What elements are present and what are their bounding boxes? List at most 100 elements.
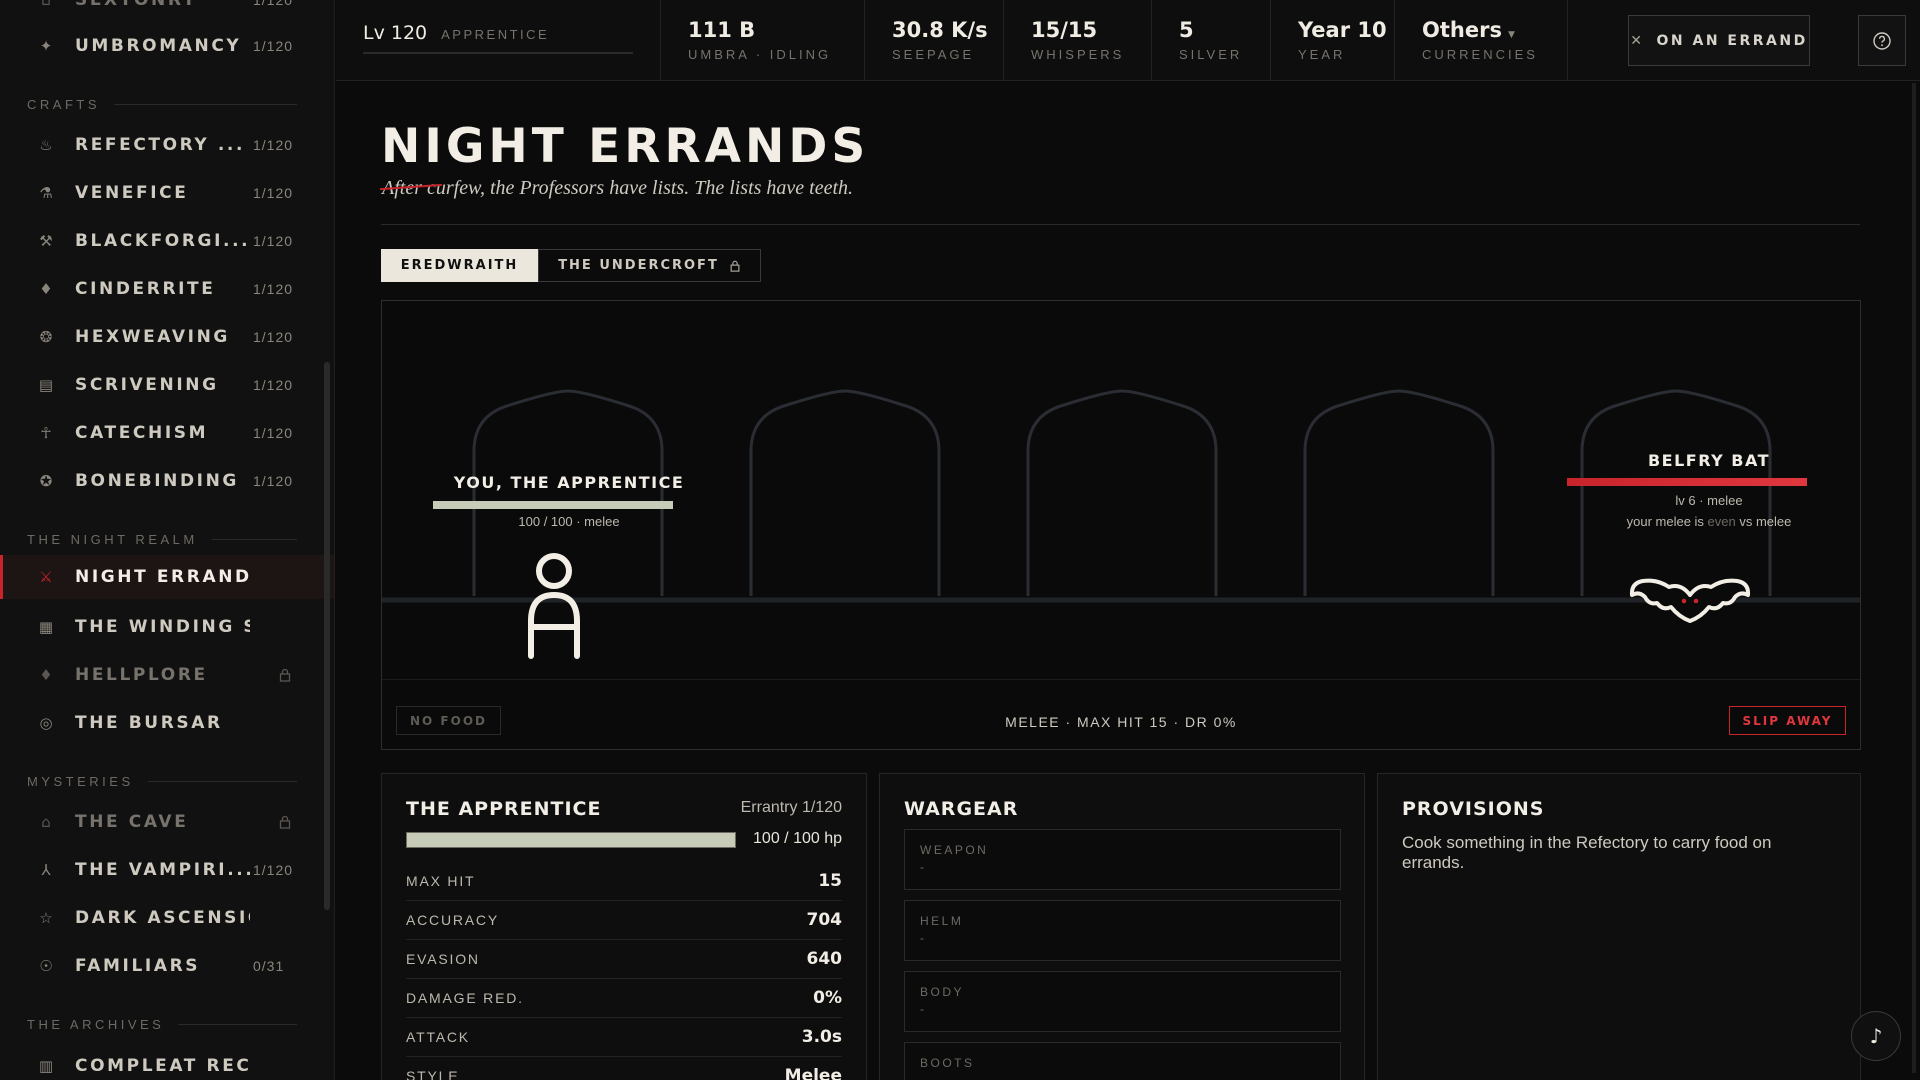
flame-icon: ♦ — [39, 666, 53, 684]
sidebar-item-count: 1/120 — [253, 137, 294, 153]
sextonry-icon: ⌂ — [41, 0, 51, 9]
scroll-icon: ▤ — [38, 376, 54, 394]
player-hp-bar — [433, 501, 673, 509]
sidebar-item-venefice[interactable]: ⚗ VENEFICE 1/120 — [0, 171, 300, 215]
sidebar-item-refectory[interactable]: ♨ REFECTORY ... 1/120 — [0, 123, 300, 167]
stat-row-attack: ATTACK 3.0s — [406, 1018, 842, 1057]
sidebar-item-label: SCRIVENING — [75, 375, 219, 395]
main-scrollbar[interactable] — [1912, 83, 1916, 1073]
yarn-icon: ❂ — [39, 328, 53, 346]
sidebar-item-label: THE CAVE — [75, 812, 189, 832]
lock-icon — [279, 668, 291, 682]
section-title: THE NIGHT REALM — [27, 532, 198, 547]
sidebar-item-dark-ascension[interactable]: ☆ DARK ASCENSION — [0, 896, 300, 940]
map-icon: ▦ — [38, 618, 54, 636]
tab-the-undercroft[interactable]: THE UNDERCROFT — [538, 249, 761, 282]
sidebar-item-count: 1/120 — [253, 38, 294, 54]
currencies-trigger: Others ▼ — [1422, 18, 1515, 42]
sidebar-item-bursar[interactable]: ◎ THE BURSAR — [0, 701, 300, 745]
sidebar-item-winding-stair[interactable]: ▦ THE WINDING STAIR — [0, 605, 300, 649]
sidebar-item-count: 0/31 — [253, 958, 285, 974]
cave-icon: ⌂ — [41, 813, 51, 831]
sidebar-item-label: THE VAMPIRI... — [75, 860, 250, 880]
slot-label: BODY — [920, 985, 965, 999]
section-title: CRAFTS — [27, 97, 100, 112]
enemy-meta: lv 6 · melee — [1675, 493, 1743, 508]
slip-away-button[interactable]: SLIP AWAY — [1729, 706, 1846, 735]
currencies-dropdown[interactable]: Others ▼ CURRENCIES — [1395, 0, 1568, 80]
stat-label: DAMAGE RED. — [406, 990, 524, 1006]
battle-arena: YOU, THE APPRENTICE 100 / 100 · melee BE… — [381, 300, 1861, 750]
subtitle-text: urfew, the Professors have lists. The li… — [435, 177, 854, 199]
gear-slot-helm[interactable]: HELM - — [904, 900, 1341, 961]
sidebar-item-compleat-record[interactable]: ▥ COMPLEAT RECORD — [0, 1044, 300, 1080]
sidebar-item-label: HEXWEAVING — [75, 327, 230, 347]
year-value: Year 10 — [1298, 18, 1387, 42]
tab-eredwraith[interactable]: EREDWRAITH — [381, 249, 538, 282]
help-icon — [1873, 31, 1891, 50]
seepage-label: SEEPAGE — [892, 47, 975, 62]
sidebar-item-bonebinding[interactable]: ✪ BONEBINDING 1/120 — [0, 459, 300, 503]
on-errand-button[interactable]: ✕ ON AN ERRAND — [1628, 15, 1810, 66]
section-title: THE ARCHIVES — [27, 1017, 165, 1032]
stat-row-style: STYLE Melee — [406, 1057, 842, 1080]
help-button[interactable] — [1858, 15, 1906, 66]
year-cell: Year 10 YEAR — [1271, 0, 1395, 80]
sidebar: ⌂ SEXTONRY 1/120 ✦ UMBROMANCY 1/120 CRAF… — [0, 0, 335, 1080]
sidebar-item-night-errands[interactable]: ⚔ NIGHT ERRANDS — [0, 555, 334, 599]
sidebar-item-label: COMPLEAT RECORD — [75, 1056, 250, 1076]
sidebar-item-umbromancy[interactable]: ✦ UMBROMANCY 1/120 — [0, 24, 300, 68]
sidebar-item-cinderrite[interactable]: ♦ CINDERRITE 1/120 — [0, 267, 300, 311]
sidebar-item-catechism[interactable]: ☥ CATECHISM 1/120 — [0, 411, 300, 455]
stat-label: ATTACK — [406, 1029, 470, 1045]
stat-row-accuracy: ACCURACY 704 — [406, 901, 842, 940]
music-toggle-button[interactable]: ♪ — [1851, 1011, 1901, 1061]
sidebar-item-the-cave[interactable]: ⌂ THE CAVE — [0, 800, 300, 844]
sidebar-item-scrivening[interactable]: ▤ SCRIVENING 1/120 — [0, 363, 300, 407]
apprentice-hp-bar — [406, 832, 736, 848]
sidebar-item-vampiri[interactable]: ⅄ THE VAMPIRI... 1/120 — [0, 848, 300, 892]
currencies-label: CURRENCIES — [1422, 47, 1538, 62]
sidebar-scrollbar[interactable] — [324, 362, 330, 910]
stat-label: EVASION — [406, 951, 480, 967]
sidebar-item-blackforging[interactable]: ⚒ BLACKFORGI... 1/120 — [0, 219, 300, 263]
sidebar-item-sextonry[interactable]: ⌂ SEXTONRY 1/120 — [0, 0, 300, 22]
sidebar-item-familiars[interactable]: ☉ FAMILIARS 0/31 — [0, 944, 300, 988]
top-bar: Lv 120 APPRENTICE 111 B UMBRA · IDLING 3… — [336, 0, 1920, 81]
fang-icon: ⅄ — [41, 861, 51, 879]
subtitle-struck: After c — [382, 177, 436, 199]
sidebar-item-hellplore[interactable]: ♦ HELLPLORE — [0, 653, 300, 697]
sidebar-item-count: 1/120 — [253, 473, 294, 489]
gear-slot-boots[interactable]: BOOTS — [904, 1042, 1341, 1080]
matchup-prefix: your melee is — [1626, 514, 1708, 529]
section-mysteries: MYSTERIES — [27, 774, 297, 789]
silver-label: SILVER — [1179, 47, 1243, 62]
enemy-hp-fill — [1567, 478, 1807, 486]
section-night-realm: THE NIGHT REALM — [27, 532, 297, 547]
stat-label: MAX HIT — [406, 873, 476, 889]
sidebar-item-count: 1/120 — [253, 0, 294, 8]
sidebar-item-label: DARK ASCENSION — [75, 908, 250, 928]
gear-slot-body[interactable]: BODY - — [904, 971, 1341, 1032]
sidebar-item-count: 1/120 — [253, 281, 294, 297]
apprentice-figure-icon — [528, 553, 580, 659]
sidebar-item-label: NIGHT ERRANDS — [75, 567, 250, 587]
umbra-label: UMBRA · IDLING — [688, 47, 832, 62]
coin-icon: ◎ — [39, 714, 53, 732]
panel-title: PROVISIONS — [1402, 798, 1545, 820]
sidebar-item-label: CINDERRITE — [75, 279, 216, 299]
apprentice-hp-fill — [407, 833, 735, 847]
sidebar-item-hexweaving[interactable]: ❂ HEXWEAVING 1/120 — [0, 315, 300, 359]
player-meta: 100 / 100 · melee — [518, 514, 620, 529]
sidebar-item-label: HELLPLORE — [75, 665, 208, 685]
bat-enemy-icon — [1629, 578, 1751, 623]
whispers-value: 15/15 — [1031, 18, 1098, 42]
ankh-icon: ☥ — [40, 424, 52, 442]
silver-cell: 5 SILVER — [1152, 0, 1271, 80]
gear-slot-weapon[interactable]: WEAPON - — [904, 829, 1341, 890]
stat-value: 0% — [813, 988, 842, 1008]
matchup-suffix: vs melee — [1735, 514, 1792, 529]
matchup-text: your melee is even vs melee — [1549, 514, 1860, 529]
stat-value: 704 — [806, 910, 843, 930]
seepage-cell: 30.8 K/s SEEPAGE — [865, 0, 1004, 80]
